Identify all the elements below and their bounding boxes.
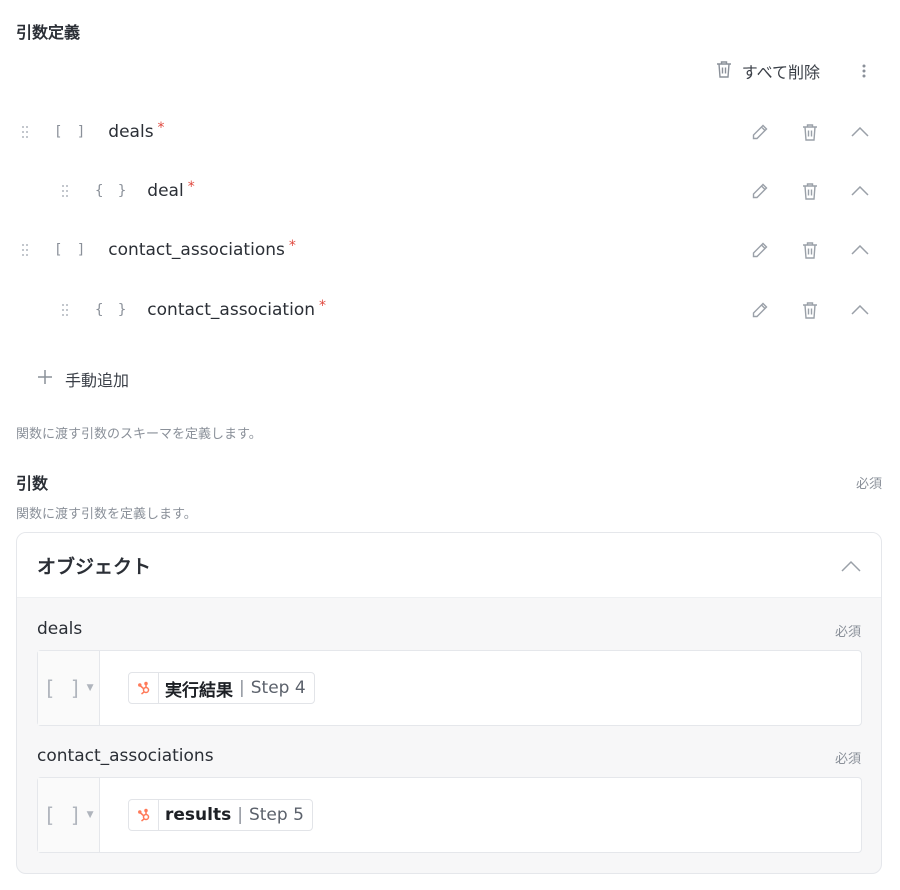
array-type-icon: [ ] bbox=[43, 803, 83, 827]
object-type-icon: { } bbox=[95, 302, 130, 318]
chevron-up-icon[interactable] bbox=[850, 122, 870, 142]
object-card: オブジェクト deals 必須 [ ] ▼ 実行結果 | Step 4 cont… bbox=[16, 532, 882, 874]
chip-step: Step 5 bbox=[248, 805, 304, 825]
argument-row-deals: [ ] deals * bbox=[0, 112, 900, 152]
toolbar: すべて削除 bbox=[716, 58, 872, 84]
chevron-up-icon[interactable] bbox=[850, 300, 870, 320]
trash-icon[interactable] bbox=[800, 181, 820, 201]
array-type-icon: [ ] bbox=[54, 242, 89, 258]
chip-separator: | bbox=[239, 678, 245, 698]
drag-handle-icon[interactable] bbox=[60, 303, 70, 317]
argument-row-contact-associations: [ ] contact_associations * bbox=[0, 230, 900, 270]
drag-handle-icon[interactable] bbox=[60, 184, 70, 198]
required-star: * bbox=[187, 179, 195, 195]
required-star: * bbox=[157, 120, 165, 136]
chip-area: results | Step 5 bbox=[100, 778, 861, 852]
card-title: オブジェクト bbox=[37, 555, 152, 578]
row-actions bbox=[750, 240, 870, 260]
chip-label: results bbox=[165, 805, 232, 825]
schema-description: 関数に渡す引数のスキーマを定義します。 bbox=[16, 427, 262, 442]
kebab-menu-icon[interactable] bbox=[856, 58, 872, 84]
required-tag: 必須 bbox=[855, 477, 882, 492]
chip-label: 実行結果 bbox=[165, 680, 233, 701]
args-label: 引数 bbox=[16, 474, 49, 493]
row-actions bbox=[750, 122, 870, 142]
argument-name: contact_association bbox=[147, 300, 315, 320]
edit-icon[interactable] bbox=[750, 181, 770, 201]
argument-name: contact_associations bbox=[108, 240, 285, 260]
type-select[interactable]: [ ] ▼ bbox=[38, 778, 100, 852]
trash-icon[interactable] bbox=[800, 240, 820, 260]
required-tag: 必須 bbox=[834, 752, 861, 767]
array-type-icon: [ ] bbox=[54, 124, 89, 140]
hubspot-icon bbox=[129, 673, 159, 703]
caret-down-icon: ▼ bbox=[86, 683, 94, 693]
caret-down-icon: ▼ bbox=[86, 810, 94, 820]
required-tag: 必須 bbox=[834, 625, 861, 640]
edit-icon[interactable] bbox=[750, 122, 770, 142]
edit-icon[interactable] bbox=[750, 240, 770, 260]
required-star: * bbox=[319, 298, 326, 314]
drag-handle-icon[interactable] bbox=[20, 125, 30, 139]
drag-handle-icon[interactable] bbox=[20, 243, 30, 257]
chevron-up-icon[interactable] bbox=[850, 240, 870, 260]
chip-step: Step 4 bbox=[250, 678, 306, 698]
field-input-deals[interactable]: [ ] ▼ 実行結果 | Step 4 bbox=[37, 650, 862, 726]
trash-icon bbox=[716, 60, 732, 82]
argument-row-contact-association: { } contact_association * bbox=[0, 290, 900, 330]
trash-icon[interactable] bbox=[800, 300, 820, 320]
chevron-up-icon[interactable] bbox=[841, 555, 861, 575]
add-manual-label: 手動追加 bbox=[65, 371, 130, 390]
chevron-up-icon[interactable] bbox=[850, 181, 870, 201]
argument-row-deal: { } deal * bbox=[0, 171, 900, 211]
argument-name: deal bbox=[147, 181, 184, 201]
hubspot-icon bbox=[129, 800, 159, 830]
variable-chip[interactable]: 実行結果 | Step 4 bbox=[128, 672, 315, 704]
type-select[interactable]: [ ] ▼ bbox=[38, 651, 100, 725]
array-type-icon: [ ] bbox=[43, 676, 83, 700]
variable-chip[interactable]: results | Step 5 bbox=[128, 799, 313, 831]
chip-area: 実行結果 | Step 4 bbox=[100, 651, 861, 725]
argument-name: deals bbox=[108, 122, 154, 142]
args-description: 関数に渡す引数を定義します。 bbox=[16, 507, 197, 522]
chip-separator: | bbox=[237, 805, 243, 825]
field-input-contact-associations[interactable]: [ ] ▼ results | Step 5 bbox=[37, 777, 862, 853]
section-title: 引数定義 bbox=[16, 23, 81, 42]
plus-icon bbox=[37, 369, 53, 389]
row-actions bbox=[750, 181, 870, 201]
edit-icon[interactable] bbox=[750, 300, 770, 320]
card-header[interactable]: オブジェクト bbox=[17, 533, 881, 598]
delete-all-label: すべて削除 bbox=[741, 63, 820, 82]
required-star: * bbox=[288, 238, 296, 254]
field-label-contact-associations: contact_associations bbox=[37, 746, 214, 766]
object-type-icon: { } bbox=[95, 183, 130, 199]
field-label-deals: deals bbox=[37, 619, 83, 639]
row-actions bbox=[750, 300, 870, 320]
delete-all-button[interactable]: すべて削除 bbox=[716, 59, 820, 83]
trash-icon[interactable] bbox=[800, 122, 820, 142]
add-manual-button[interactable]: 手動追加 bbox=[37, 367, 129, 391]
